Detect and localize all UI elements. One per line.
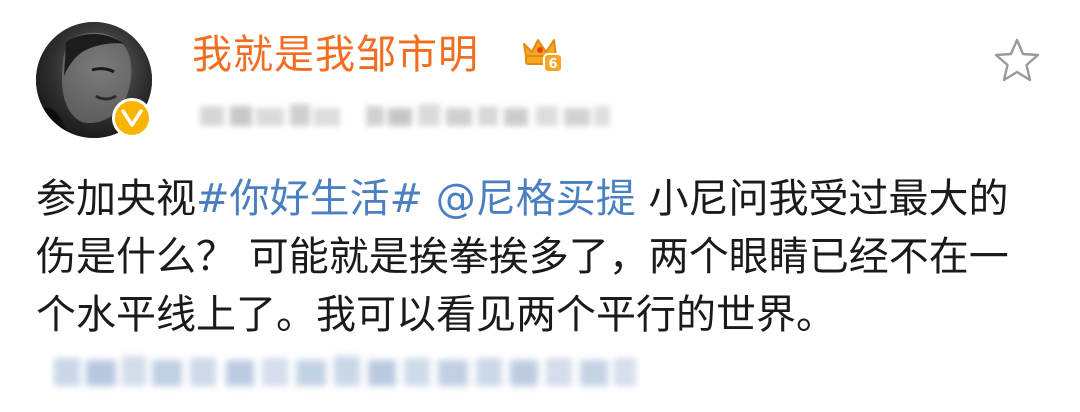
vip-level: 6: [548, 57, 557, 72]
mention-link[interactable]: @尼格买提: [436, 176, 636, 222]
post-body: 参加央视#你好生活# @尼格买提 小尼问我受过最大的伤是什么？ 可能就是挨拳挨多…: [36, 170, 1046, 402]
redacted-post-meta: [196, 96, 616, 134]
crown-icon[interactable]: 6: [520, 34, 564, 74]
verified-badge-icon: [112, 98, 152, 138]
post-header: 我就是我邹市明 6: [0, 0, 1080, 160]
post-text-intro: 参加央视: [36, 176, 196, 222]
topic-link[interactable]: #你好生活#: [196, 176, 423, 222]
star-icon[interactable]: [990, 34, 1044, 88]
redacted-text: [50, 348, 640, 394]
author-name[interactable]: 我就是我邹市明: [192, 28, 479, 82]
